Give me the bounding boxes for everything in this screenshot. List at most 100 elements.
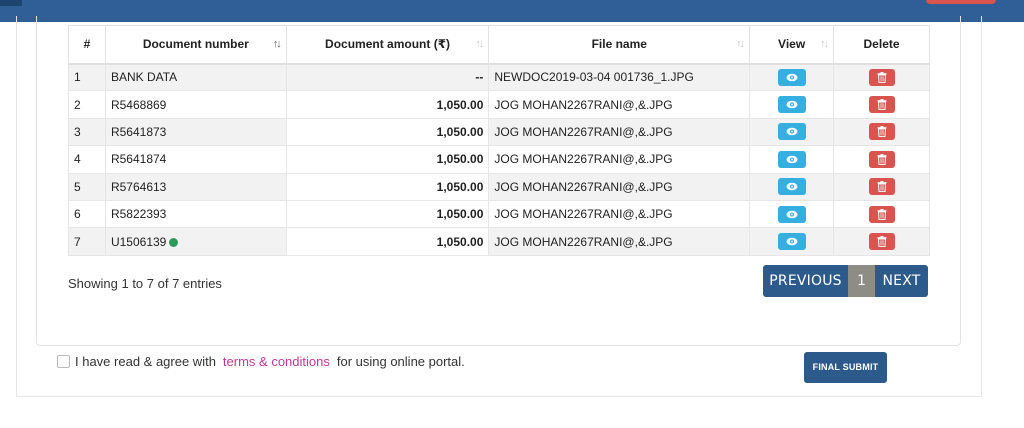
document-amount: 1,050.00 — [285, 145, 490, 174]
table-row: 1 BANK DATA -- NEWDOC2019-03-04 001736_1.JP… — [68, 62, 930, 92]
delete-button[interactable] — [868, 96, 895, 114]
eye-icon — [786, 155, 798, 164]
delete-button[interactable] — [868, 233, 895, 251]
column-header-document-number[interactable]: Document number ↑↓ — [104, 25, 287, 65]
file-name: JOG MOHAN2267RANI@,&.JPG — [488, 199, 751, 229]
table-row: 6 R5822393 1,050.00 JOG MOHAN2267RANI@,&.JP… — [68, 199, 930, 229]
trash-icon — [877, 126, 887, 138]
eye-icon — [786, 128, 798, 136]
pagination: PREVIOUS 1 NEXT — [763, 265, 928, 297]
row-index: 7 — [68, 227, 106, 256]
view-cell — [749, 90, 835, 119]
trash-icon — [877, 71, 887, 83]
view-button[interactable] — [777, 178, 806, 196]
document-number: R5468869 — [104, 90, 287, 119]
document-amount: 1,050.00 — [285, 117, 490, 147]
document-number: U1506139 — [104, 227, 287, 256]
file-name: JOG MOHAN2267RANI@,&.JPG — [488, 172, 751, 201]
sort-icon: ↑↓ — [820, 38, 829, 50]
table-row: 7 U1506139 1,050.00 JOG MOHAN2267RANI@,&.JP… — [68, 227, 930, 256]
terms-link[interactable]: terms & conditions — [223, 354, 330, 369]
delete-cell — [833, 62, 930, 92]
column-header-delete: Delete — [833, 25, 930, 65]
column-header-view[interactable]: View ↑↓ — [749, 25, 835, 65]
trash-icon — [877, 236, 887, 248]
agreement-suffix: for using online portal. — [336, 354, 465, 369]
delete-cell — [833, 172, 930, 201]
document-number: R5764613 — [104, 172, 287, 201]
table-row: 4 R5641874 1,050.00 JOG MOHAN2267RANI@,&.JP… — [68, 145, 930, 174]
final-submit-button[interactable]: FINAL SUBMIT — [804, 352, 887, 383]
view-cell — [749, 199, 835, 229]
status-dot-icon — [169, 237, 179, 247]
file-name: NEWDOC2019-03-04 001736_1.JPG — [488, 62, 751, 92]
view-cell — [749, 172, 835, 201]
delete-button[interactable] — [868, 178, 895, 196]
file-name: JOG MOHAN2267RANI@,&.JPG — [488, 117, 751, 147]
document-number: R5641874 — [104, 145, 287, 174]
row-index: 3 — [68, 117, 106, 147]
trash-icon — [877, 99, 887, 111]
table-row: 5 R5764613 1,050.00 JOG MOHAN2267RANI@,&.JP… — [68, 172, 930, 201]
trash-icon — [877, 208, 887, 220]
file-name: JOG MOHAN2267RANI@,&.JPG — [488, 145, 751, 174]
document-amount: 1,050.00 — [285, 199, 490, 229]
sort-icon: ↑↓ — [475, 38, 484, 50]
logout-button[interactable] — [926, 0, 996, 4]
documents-table: # Document number ↑↓ Document amount (₹) ↑… — [68, 25, 930, 256]
document-amount: 1,050.00 — [285, 172, 490, 201]
row-index: 5 — [68, 172, 106, 201]
trash-icon — [877, 153, 887, 165]
delete-button[interactable] — [868, 123, 895, 141]
eye-icon — [786, 210, 798, 218]
delete-button[interactable] — [868, 68, 895, 86]
column-header-document-amount[interactable]: Document amount (₹) ↑↓ — [285, 25, 490, 65]
document-amount: -- — [285, 62, 490, 92]
row-index: 2 — [68, 90, 106, 119]
page-1-button[interactable]: 1 — [848, 265, 875, 297]
file-name: JOG MOHAN2267RANI@,&.JPG — [488, 90, 751, 119]
delete-cell — [833, 145, 930, 174]
view-button[interactable] — [777, 150, 806, 168]
file-name: JOG MOHAN2267RANI@,&.JPG — [488, 227, 751, 256]
agreement-row: I have read & agree with terms & conditi… — [57, 354, 465, 369]
view-button[interactable] — [777, 233, 806, 251]
eye-icon — [786, 100, 798, 109]
previous-page-button[interactable]: PREVIOUS — [763, 265, 848, 297]
eye-icon — [786, 182, 798, 191]
menu-icon[interactable] — [0, 0, 22, 6]
delete-button[interactable] — [868, 150, 895, 168]
table-row: 2 R5468869 1,050.00 JOG MOHAN2267RANI@,&.JP… — [68, 90, 930, 119]
view-cell — [749, 117, 835, 147]
delete-button[interactable] — [868, 205, 895, 223]
delete-cell — [833, 117, 930, 147]
table-row: 3 R5641873 1,050.00 JOG MOHAN2267RANI@,&.JP… — [68, 117, 930, 147]
view-cell — [749, 227, 835, 256]
eye-icon — [786, 237, 798, 246]
delete-cell — [833, 90, 930, 119]
column-header-index: # — [68, 25, 106, 65]
view-button[interactable] — [777, 205, 806, 223]
next-page-button[interactable]: NEXT — [875, 265, 928, 297]
agree-checkbox[interactable] — [57, 355, 70, 368]
view-button[interactable] — [777, 96, 806, 114]
view-cell — [749, 145, 835, 174]
eye-icon — [786, 73, 798, 82]
row-index: 6 — [68, 199, 106, 229]
document-amount: 1,050.00 — [285, 227, 490, 256]
delete-cell — [833, 227, 930, 256]
sort-icon: ↑↓ — [272, 38, 282, 50]
entries-info: Showing 1 to 7 of 7 entries — [68, 276, 222, 291]
agreement-prefix: I have read & agree with — [75, 354, 216, 369]
view-button[interactable] — [777, 68, 806, 86]
document-number: R5641873 — [104, 117, 287, 147]
view-cell — [749, 62, 835, 92]
sort-icon: ↑↓ — [736, 38, 745, 50]
row-index: 4 — [68, 145, 106, 174]
delete-cell — [833, 199, 930, 229]
document-number: R5822393 — [104, 199, 287, 229]
column-header-file-name[interactable]: File name ↑↓ — [488, 25, 751, 65]
document-amount: 1,050.00 — [285, 90, 490, 119]
row-index: 1 — [68, 62, 106, 92]
view-button[interactable] — [777, 123, 806, 141]
